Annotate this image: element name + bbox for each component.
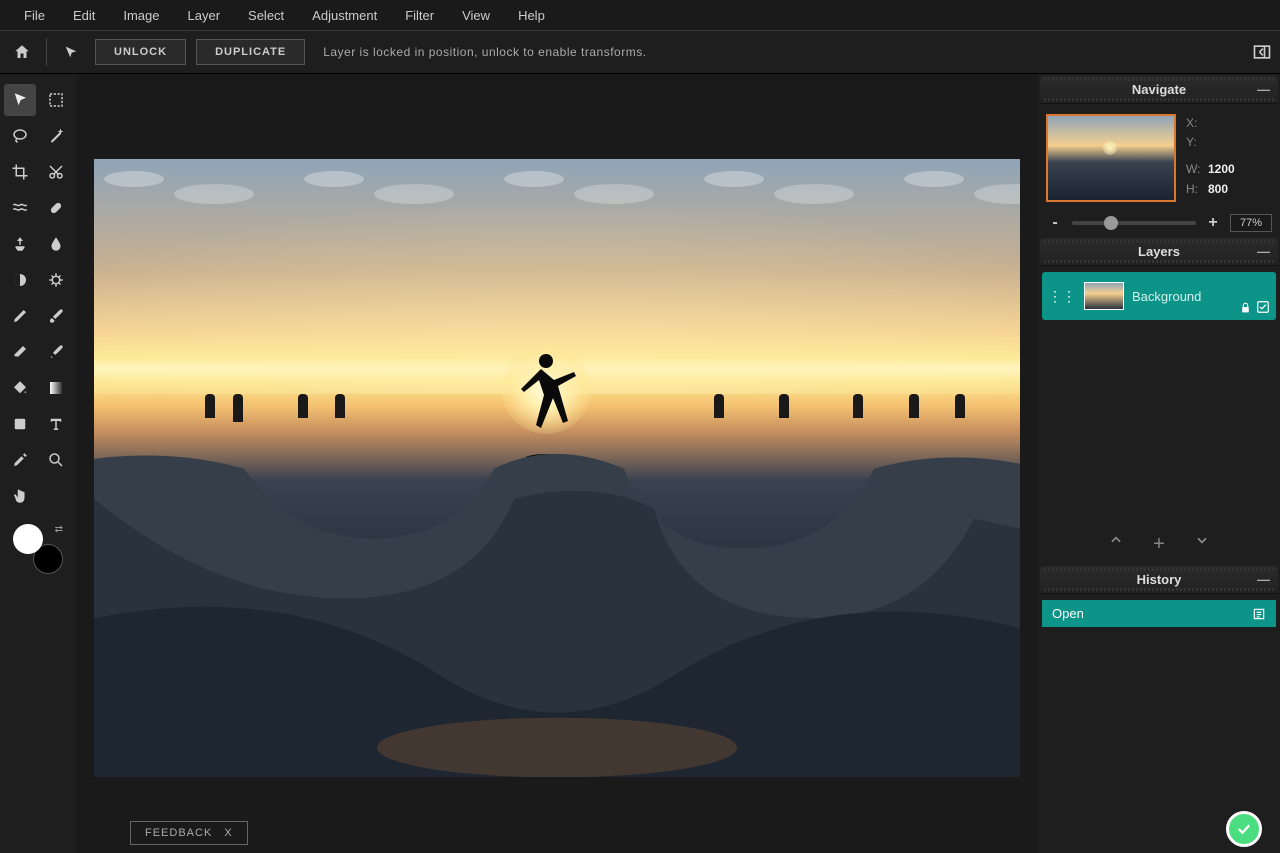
lasso-tool[interactable] [4,120,36,152]
layers-title: Layers [1138,244,1180,259]
navigate-panel-header[interactable]: Navigate — [1040,76,1278,104]
text-tool[interactable] [40,408,72,440]
visibility-checkbox[interactable] [1256,300,1270,314]
eyedropper-tool[interactable] [4,444,36,476]
feedback-label: FEEDBACK [145,827,212,839]
layers-panel: ⋮⋮ Background [1038,268,1280,525]
collapse-icon[interactable]: — [1257,82,1270,97]
zoom-bar: - + 77% [1038,210,1280,236]
clone-tool[interactable] [4,228,36,260]
menu-select[interactable]: Select [234,2,298,29]
layer-controls: + [1038,525,1280,564]
panels: Navigate — X: Y: W:1200 H:800 - + 77% La… [1038,74,1280,853]
menubar: File Edit Image Layer Select Adjustment … [0,0,1280,30]
brush-tool[interactable] [40,300,72,332]
layer-up-icon[interactable] [1109,533,1123,556]
zoom-out-button[interactable]: - [1046,214,1064,232]
menu-filter[interactable]: Filter [391,2,448,29]
menu-adjustment[interactable]: Adjustment [298,2,391,29]
toggle-panels-icon[interactable] [1252,42,1272,62]
pointer-tool[interactable] [4,84,36,116]
lock-icon[interactable] [1239,301,1252,314]
heal-tool[interactable] [40,192,72,224]
layer-row[interactable]: ⋮⋮ Background [1042,272,1276,320]
hand-tool[interactable] [4,480,36,512]
drag-handle-icon[interactable]: ⋮⋮ [1048,294,1076,298]
nav-x-label: X: [1186,114,1208,133]
dodge-tool[interactable] [4,264,36,296]
marquee-tool[interactable] [40,84,72,116]
nav-h-label: H: [1186,180,1208,199]
sponge-tool[interactable] [40,264,72,296]
nav-w-label: W: [1186,160,1208,179]
menu-edit[interactable]: Edit [59,2,109,29]
history-title: History [1137,572,1182,587]
wand-tool[interactable] [40,120,72,152]
blur-tool[interactable] [40,228,72,260]
canvas-area[interactable]: FEEDBACK X [76,74,1038,853]
history-step-icon [1252,607,1266,621]
menu-image[interactable]: Image [109,2,173,29]
duplicate-button[interactable]: DUPLICATE [196,39,305,65]
nav-w-value: 1200 [1208,162,1235,176]
nav-y-label: Y: [1186,133,1208,152]
zoom-tool[interactable] [40,444,72,476]
foreground-color[interactable] [13,524,43,554]
add-layer-icon[interactable]: + [1153,533,1165,556]
zoom-in-button[interactable]: + [1204,214,1222,232]
layer-thumbnail[interactable] [1084,282,1124,310]
menu-layer[interactable]: Layer [174,2,235,29]
smudge-tool[interactable] [40,336,72,368]
layer-down-icon[interactable] [1195,533,1209,556]
fill-tool[interactable] [4,372,36,404]
menu-view[interactable]: View [448,2,504,29]
unlock-button[interactable]: UNLOCK [95,39,186,65]
navigator-thumbnail[interactable] [1046,114,1176,202]
home-icon[interactable] [8,38,36,66]
collapse-icon[interactable]: — [1257,244,1270,259]
feedback-close-icon[interactable]: X [224,827,232,839]
navigate-panel: X: Y: W:1200 H:800 [1038,106,1280,210]
zoom-slider[interactable] [1072,221,1196,225]
canvas-image[interactable] [94,159,1020,777]
swap-colors-icon[interactable]: ⇄ [55,524,63,535]
navigate-title: Navigate [1132,82,1186,97]
zoom-value[interactable]: 77% [1230,214,1272,232]
options-bar: UNLOCK DUPLICATE Layer is locked in posi… [0,30,1280,74]
menu-file[interactable]: File [10,2,59,29]
cutout-tool[interactable] [40,156,72,188]
color-swatch[interactable]: ⇄ [13,524,63,574]
toolbox: ⇄ [0,74,76,853]
shape-tool[interactable] [4,408,36,440]
layers-panel-header[interactable]: Layers — [1040,238,1278,266]
history-row[interactable]: Open [1042,600,1276,627]
gradient-tool[interactable] [40,372,72,404]
pen-tool[interactable] [4,300,36,332]
move-tool-icon[interactable] [57,38,85,66]
collapse-icon[interactable]: — [1257,572,1270,587]
menu-help[interactable]: Help [504,2,559,29]
nav-h-value: 800 [1208,182,1228,196]
feedback-button[interactable]: FEEDBACK X [130,821,248,845]
history-panel-header[interactable]: History — [1040,566,1278,594]
crop-tool[interactable] [4,156,36,188]
layer-name[interactable]: Background [1132,289,1231,304]
toolbar-message: Layer is locked in position, unlock to e… [323,45,646,59]
status-badge[interactable] [1226,811,1262,847]
history-label: Open [1052,606,1084,621]
eraser-tool[interactable] [4,336,36,368]
liquify-tool[interactable] [4,192,36,224]
